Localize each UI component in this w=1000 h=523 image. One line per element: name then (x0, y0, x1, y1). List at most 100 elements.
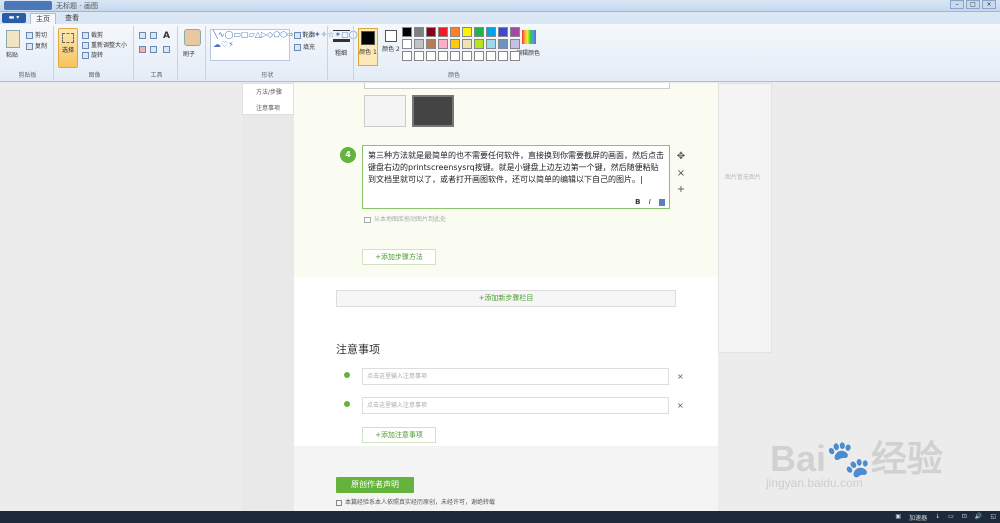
taskbar: ▣ 加速器 ↓ ▭ ⊡ 🔊 ◱ (0, 511, 1000, 523)
color-swatch[interactable] (474, 27, 484, 37)
maximize-button[interactable]: □ (966, 0, 980, 9)
original-author-button[interactable]: 原创作者声明 (336, 477, 414, 493)
color-swatch[interactable] (510, 51, 520, 61)
size-group: 粗细 (330, 26, 354, 80)
color-swatch[interactable] (450, 39, 460, 49)
edit-colors-icon[interactable] (522, 30, 536, 44)
baidu-watermark: Bai🐾经验 jingyan.baidu.com (760, 410, 960, 500)
minimize-button[interactable]: – (950, 0, 964, 9)
tray-item[interactable]: ▣ (895, 513, 901, 522)
tray-item[interactable]: 加速器 (909, 513, 927, 522)
color-swatch[interactable] (402, 39, 412, 49)
upload-hint[interactable]: 从本地图库拖动图片到此处 (364, 214, 446, 223)
window-controls: – □ × (950, 0, 996, 9)
tray-item[interactable]: 🔊 (975, 513, 982, 522)
color-swatch[interactable] (498, 27, 508, 37)
add-icon[interactable]: + (676, 184, 686, 195)
line-size-icon[interactable] (333, 30, 350, 42)
quick-access-toolbar[interactable] (4, 1, 52, 10)
shapes-gallery[interactable]: ╲∿◯▭▢▱△▷◇⬠⬡⇨⇦⇧⇩✦✧☆✶▢◯◻☁♡⚡ (210, 29, 364, 61)
color-swatch[interactable] (462, 27, 472, 37)
paste-icon[interactable] (6, 30, 20, 48)
color-swatch[interactable] (462, 51, 472, 61)
cut-button[interactable]: 剪切 (26, 30, 47, 39)
close-window-button[interactable]: × (982, 0, 996, 9)
close-icon[interactable]: × (676, 168, 686, 179)
tab-view[interactable]: 查看 (60, 13, 84, 24)
notes-title: 注意事项 (336, 343, 380, 356)
magnifier-icon[interactable] (163, 46, 172, 53)
step-text-editor[interactable]: 第三种方法就是最简单的也不需要任何软件，直接换到你需要截屏的画面，然后点击键盘右… (362, 145, 670, 209)
tray-item[interactable]: ▭ (948, 513, 954, 522)
bullet-dot (344, 401, 350, 407)
color-swatch[interactable] (498, 51, 508, 61)
declaration-checkbox[interactable]: 本篇经验系本人依照真实经历原创，未经许可，谢绝转载 (336, 497, 495, 506)
color-swatch[interactable] (450, 27, 460, 37)
color-swatch[interactable] (486, 51, 496, 61)
tray-item[interactable]: ↓ (935, 513, 940, 522)
close-icon[interactable]: × (677, 372, 684, 381)
nav-item-steps[interactable]: 方法/步骤 (243, 84, 293, 100)
select-button[interactable]: 选择 (58, 28, 78, 68)
tab-home[interactable]: 主页 (30, 13, 56, 24)
color-swatch[interactable] (474, 51, 484, 61)
add-section-button[interactable]: +添加新步骤栏目 (336, 290, 676, 307)
step-text[interactable]: 第三种方法就是最简单的也不需要任何软件，直接换到你需要截屏的画面，然后点击键盘右… (368, 150, 666, 186)
color2-button[interactable]: 颜色 2 (382, 28, 400, 66)
color-picker-icon[interactable] (150, 46, 159, 53)
close-icon[interactable]: × (677, 401, 684, 410)
color-swatch[interactable] (414, 51, 424, 61)
add-step-button[interactable]: +添加步骤方法 (362, 249, 436, 265)
nav-item-notes[interactable]: 注意事项 (243, 100, 293, 116)
color-swatch[interactable] (402, 51, 412, 61)
color-swatch[interactable] (486, 27, 496, 37)
copy-button[interactable]: 复制 (26, 41, 47, 50)
size-button[interactable]: 粗细 (335, 48, 347, 57)
add-note-button[interactable]: +添加注意事项 (362, 427, 436, 443)
eraser-icon[interactable] (139, 46, 148, 53)
color-swatch[interactable] (462, 39, 472, 49)
color-swatch[interactable] (426, 51, 436, 61)
color-swatch[interactable] (450, 51, 460, 61)
color-swatch[interactable] (402, 27, 412, 37)
fill-button[interactable]: 填充 (294, 42, 315, 51)
color-swatch[interactable] (414, 39, 424, 49)
image-thumbnail[interactable] (412, 95, 454, 127)
rotate-button[interactable]: 旋转 (82, 50, 103, 59)
text-tool-icon[interactable]: A (163, 31, 170, 41)
color-swatch[interactable] (426, 27, 436, 37)
color-swatch[interactable] (510, 39, 520, 49)
color-swatch[interactable] (438, 51, 448, 61)
fill-bucket-icon[interactable] (150, 32, 159, 39)
note-input[interactable]: 点击这里输入注意事项 (362, 397, 669, 414)
color-swatch[interactable] (474, 39, 484, 49)
color-swatch[interactable] (510, 27, 520, 37)
file-menu-button[interactable]: ▬ ▾ (2, 13, 26, 23)
brushes-button[interactable]: 刷子 (183, 49, 195, 58)
checkbox-icon[interactable] (336, 499, 342, 506)
color-swatch[interactable] (438, 39, 448, 49)
paste-button[interactable]: 粘贴 (6, 50, 18, 59)
outline-button[interactable]: 轮廓 (294, 30, 315, 39)
color-swatch[interactable] (498, 39, 508, 49)
brush-icon[interactable] (184, 29, 201, 46)
pencil-icon[interactable] (139, 32, 148, 39)
color-swatch[interactable] (426, 39, 436, 49)
color-swatch[interactable] (414, 27, 424, 37)
crop-button[interactable]: 裁剪 (82, 30, 103, 39)
ribbon-tabs: ▬ ▾ 主页 查看 (0, 12, 1000, 24)
tray-item[interactable]: ⊡ (962, 513, 967, 522)
resize-button[interactable]: 重新调整大小 (82, 40, 127, 49)
tools-group: A 工具 (136, 26, 178, 80)
color1-button[interactable]: 颜色 1 (358, 28, 378, 66)
color-swatch[interactable] (486, 39, 496, 49)
note-input[interactable]: 点击这里输入注意事项 (362, 368, 669, 385)
move-icon[interactable]: ✥ (676, 151, 686, 162)
image-thumbnail[interactable] (364, 95, 406, 127)
color-swatch[interactable] (438, 27, 448, 37)
image-insert-icon[interactable] (659, 198, 665, 206)
tray-item[interactable]: ◱ (990, 513, 996, 522)
italic-button[interactable]: I (649, 198, 651, 206)
bold-button[interactable]: B (635, 198, 640, 206)
image-label: 图像 (88, 72, 101, 79)
